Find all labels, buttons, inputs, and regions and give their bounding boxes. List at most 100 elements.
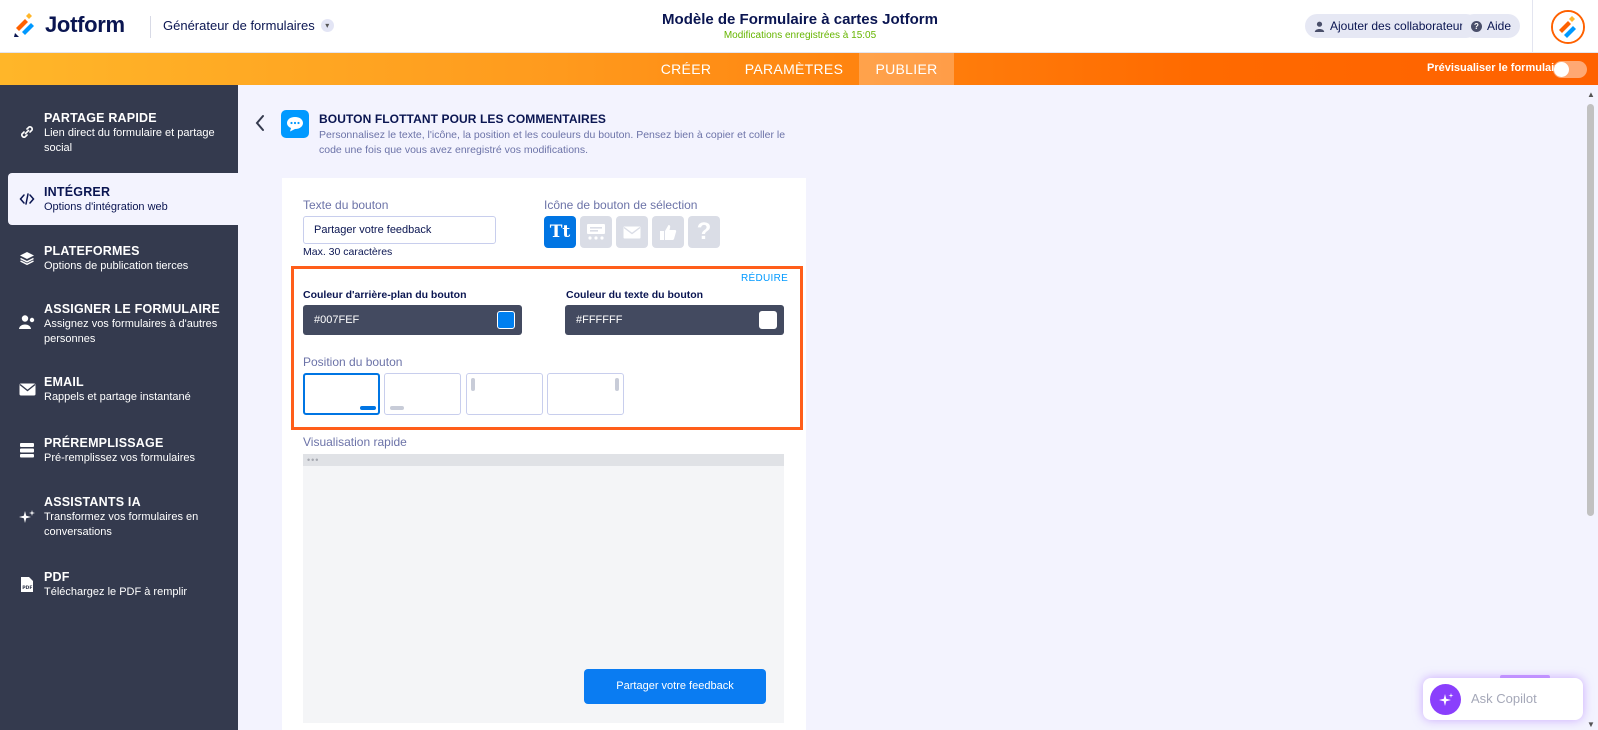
sidebar-item-title: PLATEFORMES (44, 244, 140, 258)
icon-select-label: Icône de bouton de sélection (544, 198, 698, 212)
bg-color-value: #007FEF (314, 314, 360, 326)
tab-publish[interactable]: PUBLIER (859, 53, 954, 85)
back-button[interactable] (254, 114, 266, 138)
form-title-block: Modèle de Formulaire à cartes Jotform Mo… (560, 11, 1040, 41)
scroll-up-icon[interactable]: ▲ (1587, 90, 1595, 99)
text-color-swatch[interactable] (759, 311, 777, 329)
main-nav: CRÉER PARAMÈTRES PUBLIER Prévisualiser l… (0, 53, 1598, 85)
sidebar-item-embed[interactable]: INTÉGRER Options d'intégration web (8, 173, 238, 225)
sidebar-item-desc: Transformez vos formulaires en conversat… (44, 511, 199, 538)
sidebar-item-platforms[interactable]: PLATEFORMES Options de publication tierc… (0, 237, 238, 281)
copilot-sparkle-icon (1430, 684, 1461, 715)
button-text-label: Texte du bouton (303, 198, 389, 212)
sidebar-item-title: EMAIL (44, 375, 84, 389)
sidebar-item-title: ASSIGNER LE FORMULAIRE (44, 302, 220, 316)
position-marker (390, 406, 404, 410)
logo-text: Jotform (45, 12, 125, 37)
reduce-link[interactable]: RÉDUIRE (741, 273, 788, 284)
builder-dropdown[interactable]: Générateur de formulaires ▾ (163, 18, 334, 33)
preview-dots: ••• (307, 455, 320, 465)
header-divider (150, 16, 151, 38)
quick-preview-label: Visualisation rapide (303, 435, 407, 449)
sidebar-item-prefill[interactable]: PRÉREMPLISSAGE Pré-remplissez vos formul… (0, 430, 238, 474)
sidebar-item-assign-form[interactable]: ASSIGNER LE FORMULAIRE Assignez vos form… (0, 295, 238, 353)
scroll-down-icon[interactable]: ▼ (1587, 720, 1595, 729)
form-title[interactable]: Modèle de Formulaire à cartes Jotform (560, 11, 1040, 28)
icon-option-text[interactable]: Tt (544, 216, 576, 248)
position-marker (360, 406, 376, 410)
text-color-value: #FFFFFF (576, 314, 623, 326)
code-icon (18, 190, 36, 208)
tab-settings[interactable]: PARAMÈTRES (735, 53, 853, 85)
position-label: Position du bouton (303, 355, 403, 369)
preview-form-label: Prévisualiser le formulaire (1427, 62, 1565, 74)
position-option-left-side[interactable] (466, 373, 543, 415)
chat-feedback-icon (587, 224, 605, 240)
sidebar-item-desc: Rappels et partage instantané (44, 391, 191, 403)
sidebar-item-desc: Assignez vos formulaires à d'autres pers… (44, 318, 218, 345)
page-title: BOUTON FLOTTANT POUR LES COMMENTAIRES (319, 112, 607, 126)
pdf-icon: PDF (18, 575, 36, 593)
top-header: Jotform Générateur de formulaires ▾ Modè… (0, 0, 1598, 53)
chevron-down-icon: ▾ (320, 19, 334, 32)
chevron-left-icon (255, 115, 264, 131)
jotform-logo[interactable]: Jotform (13, 12, 125, 38)
avatar[interactable] (1551, 10, 1585, 44)
envelope-icon (623, 226, 641, 238)
sidebar-item-desc: Options de publication tierces (44, 260, 189, 272)
ask-copilot-button[interactable]: Ask Copilot (1423, 678, 1583, 720)
position-marker (471, 378, 475, 391)
sidebar-item-title: PDF (44, 570, 70, 584)
button-text-input[interactable]: Partager votre feedback (303, 216, 496, 244)
jotform-logo-icon (14, 13, 34, 37)
sidebar-item-email[interactable]: EMAIL Rappels et partage instantané (0, 369, 238, 413)
toggle-knob (1554, 62, 1569, 77)
icon-option-chat[interactable] (580, 216, 612, 248)
copilot-label: Ask Copilot (1471, 691, 1537, 706)
question-icon: ? (1471, 20, 1482, 32)
svg-text:PDF: PDF (22, 585, 32, 591)
bg-color-swatch[interactable] (497, 311, 515, 329)
sidebar-item-title: INTÉGRER (44, 185, 111, 199)
builder-label: Générateur de formulaires (163, 18, 315, 33)
sidebar-item-ai-agents[interactable]: ASSISTANTS IA Transformez vos formulaire… (0, 490, 238, 548)
question-icon: ? (696, 218, 712, 245)
text-tt-icon: Tt (549, 222, 571, 242)
sidebar-item-title: PARTAGE RAPIDE (44, 111, 157, 125)
user-icon (1314, 21, 1325, 32)
position-marker (615, 378, 619, 391)
position-option-bottom-right[interactable] (303, 373, 380, 415)
page-description: Personnalisez le texte, l'icône, la posi… (319, 129, 786, 156)
page-scrollbar[interactable]: ▲ ▼ (1583, 88, 1598, 730)
avatar-image-icon (1553, 12, 1583, 42)
position-option-bottom-left[interactable] (384, 373, 461, 415)
sidebar-item-title: ASSISTANTS IA (44, 495, 141, 509)
scroll-thumb[interactable] (1587, 104, 1594, 516)
preview-feedback-button[interactable]: Partager votre feedback (584, 669, 766, 704)
max-chars-hint: Max. 30 caractères (303, 246, 393, 258)
sidebar-item-desc: Options d'intégration web (44, 201, 168, 213)
position-option-right-side[interactable] (547, 373, 624, 415)
icon-option-question[interactable]: ? (688, 216, 720, 248)
tab-create[interactable]: CRÉER (650, 53, 722, 85)
header-separator (1532, 0, 1533, 53)
text-color-input[interactable]: #FFFFFF (565, 305, 784, 335)
layers-icon (18, 249, 36, 267)
sidebar-item-desc: Pré-remplissez vos formulaires (44, 452, 195, 464)
icon-option-thumbs-up[interactable] (652, 216, 684, 248)
help-button[interactable]: ? Aide (1462, 14, 1521, 38)
preview-form-toggle[interactable] (1553, 61, 1587, 78)
add-collaborators-button[interactable]: Ajouter des collaborateurs (1305, 14, 1479, 38)
sidebar-item-pdf[interactable]: PDF PDF Téléchargez le PDF à remplir (0, 563, 238, 607)
save-status: Modifications enregistrées à 15:05 (723, 30, 877, 41)
bg-color-input[interactable]: #007FEF (303, 305, 522, 335)
link-icon (18, 123, 36, 141)
thumbs-up-icon (660, 224, 677, 240)
text-color-label: Couleur du texte du bouton (566, 289, 704, 301)
feedback-button-feature-icon (281, 110, 309, 138)
sidebar-item-quick-share[interactable]: PARTAGE RAPIDE Lien direct du formulaire… (0, 105, 238, 163)
help-label: Aide (1487, 19, 1512, 33)
sidebar-item-title: PRÉREMPLISSAGE (44, 436, 164, 450)
icon-option-email[interactable] (616, 216, 648, 248)
bg-color-label: Couleur d'arrière-plan du bouton (303, 289, 467, 301)
